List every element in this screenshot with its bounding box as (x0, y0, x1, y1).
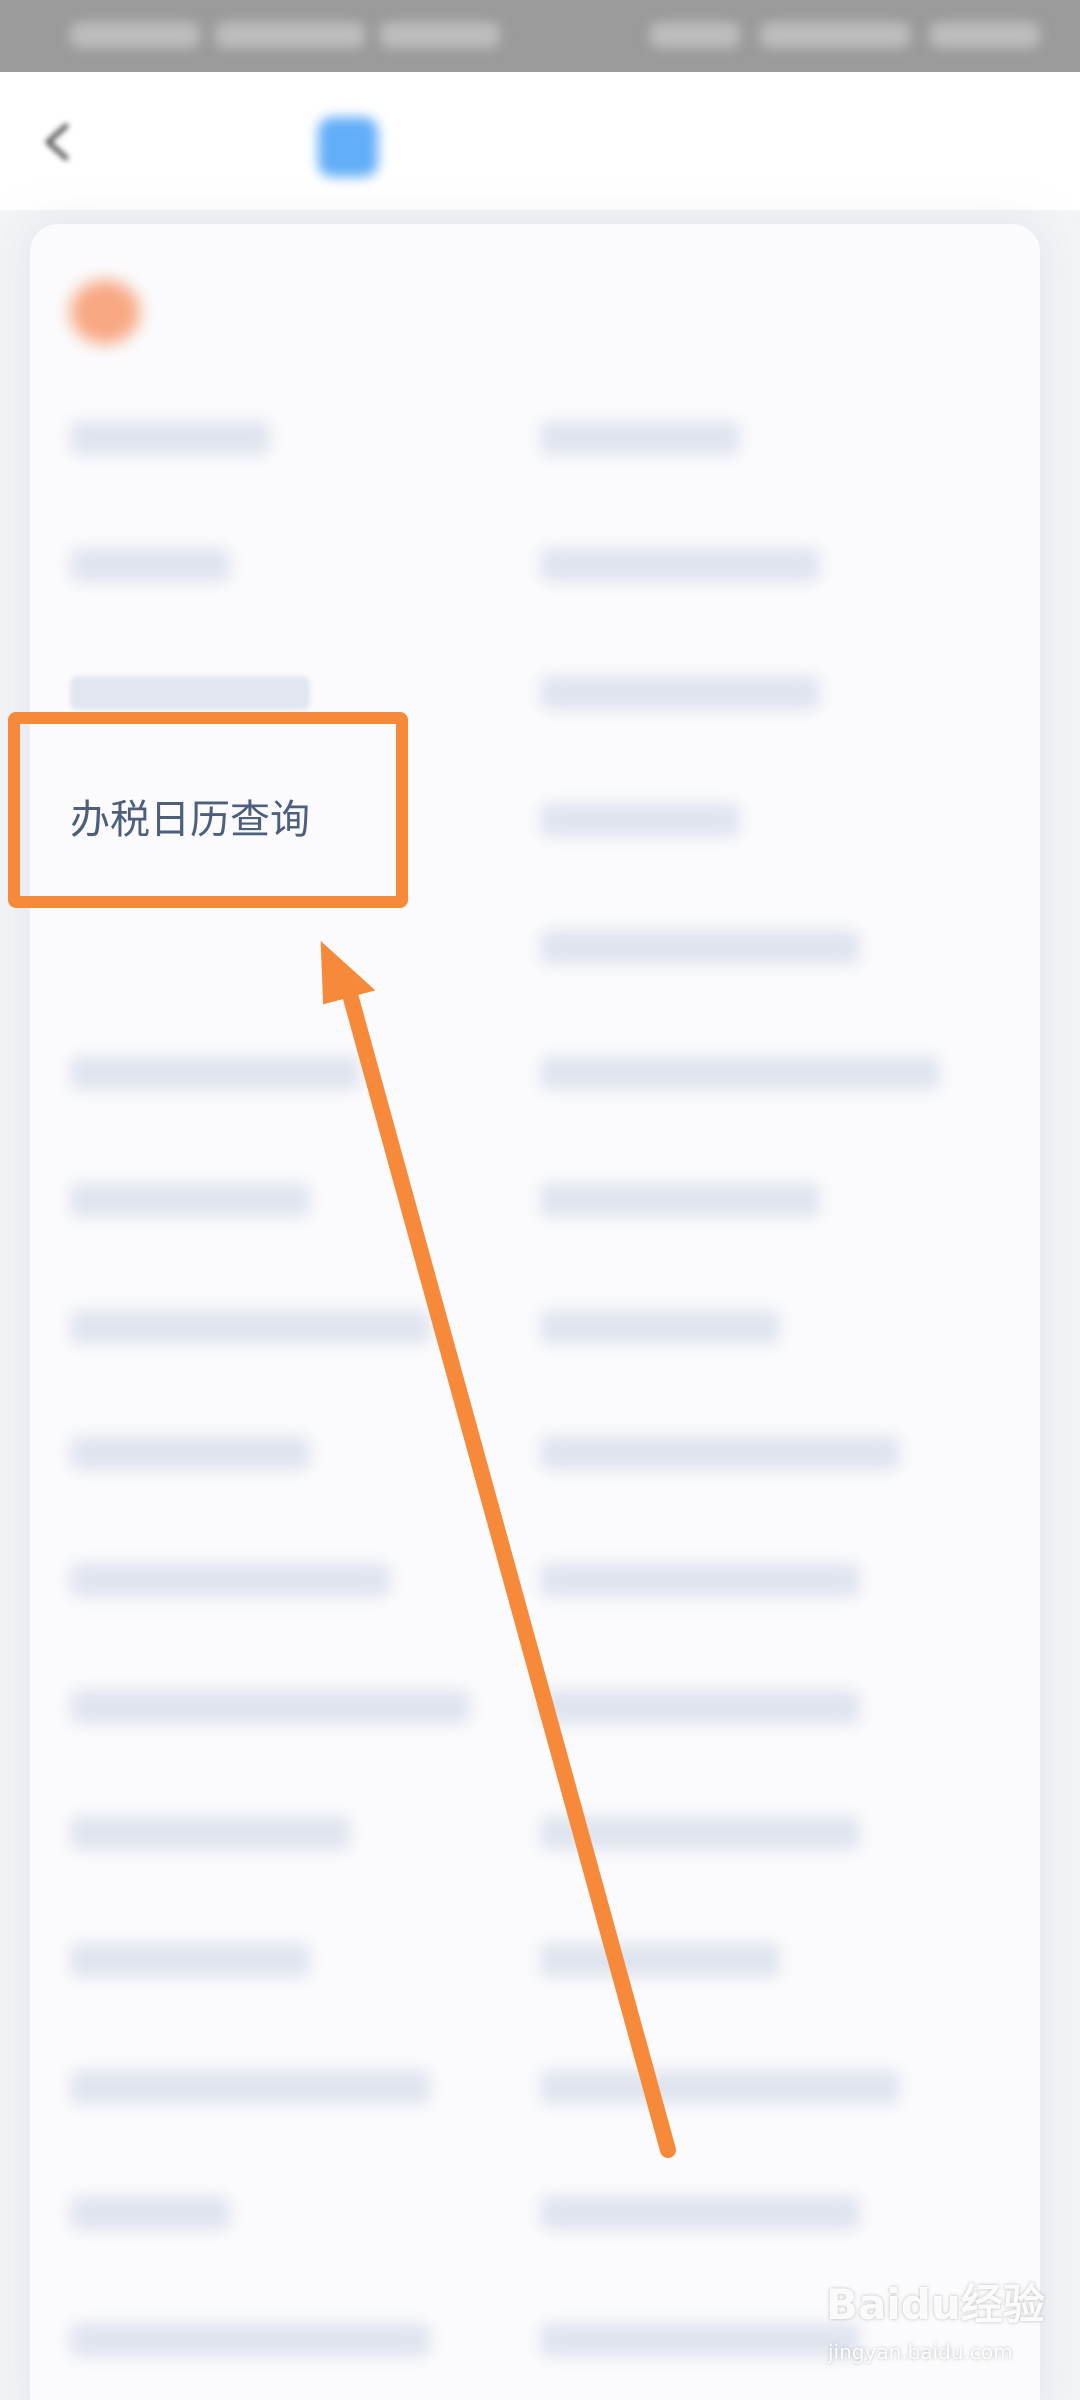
grid-item-right-11[interactable] (540, 1690, 860, 1724)
grid-item-left-6[interactable] (70, 1056, 360, 1090)
status-network-text (215, 22, 365, 48)
grid-item-right-3[interactable] (540, 676, 820, 710)
grid-item-left-16[interactable] (70, 2323, 430, 2357)
status-battery-icon (760, 22, 910, 48)
grid-item-right-6[interactable] (540, 1056, 940, 1090)
grid-item-left-8[interactable] (70, 1310, 430, 1344)
status-icons (650, 22, 740, 48)
grid-item-right-16[interactable] (540, 2323, 860, 2357)
grid-item-right-13[interactable] (540, 1943, 780, 1977)
grid-item-right-4[interactable] (540, 803, 740, 837)
grid-item-left-10[interactable] (70, 1563, 390, 1597)
section-icon (70, 280, 140, 344)
service-logo-icon (318, 117, 378, 177)
grid-item-left-7[interactable] (70, 1183, 310, 1217)
grid-item-left-14[interactable] (70, 2070, 430, 2104)
grid-item-left-12[interactable] (70, 1816, 350, 1850)
grid-item-left-1[interactable] (70, 421, 270, 455)
chevron-left-icon[interactable] (38, 122, 78, 162)
grid-item-right-14[interactable] (540, 2070, 900, 2104)
grid-item-left-3[interactable] (70, 676, 310, 710)
grid-item-right-12[interactable] (540, 1816, 860, 1850)
grid-item-right-7[interactable] (540, 1183, 820, 1217)
grid-item-right-15[interactable] (540, 2196, 860, 2230)
grid-item-right-8[interactable] (540, 1310, 780, 1344)
watermark-brand: Baidu经验 (826, 2280, 1045, 2329)
grid-item-left-15[interactable] (70, 2196, 230, 2230)
status-speed-text (380, 22, 500, 48)
watermark-url: jingyan.baidu.com (828, 2340, 1013, 2364)
highlight-box (8, 712, 408, 908)
app-header (0, 72, 1080, 210)
grid-item-right-2[interactable] (540, 548, 820, 582)
grid-item-right-9[interactable] (540, 1436, 900, 1470)
grid-item-right-10[interactable] (540, 1563, 860, 1597)
watermark: Baidu经验 jingyan.baidu.com (826, 2275, 1066, 2385)
grid-item-left-2[interactable] (70, 548, 230, 582)
grid-item-left-9[interactable] (70, 1436, 310, 1470)
pixelated-item (36, 898, 596, 1048)
status-bar (0, 0, 1080, 72)
grid-item-left-11[interactable] (70, 1690, 470, 1724)
status-carrier-text (70, 22, 200, 48)
grid-item-right-1[interactable] (540, 421, 740, 455)
status-time-text (930, 22, 1040, 48)
grid-item-left-13[interactable] (70, 1943, 310, 1977)
